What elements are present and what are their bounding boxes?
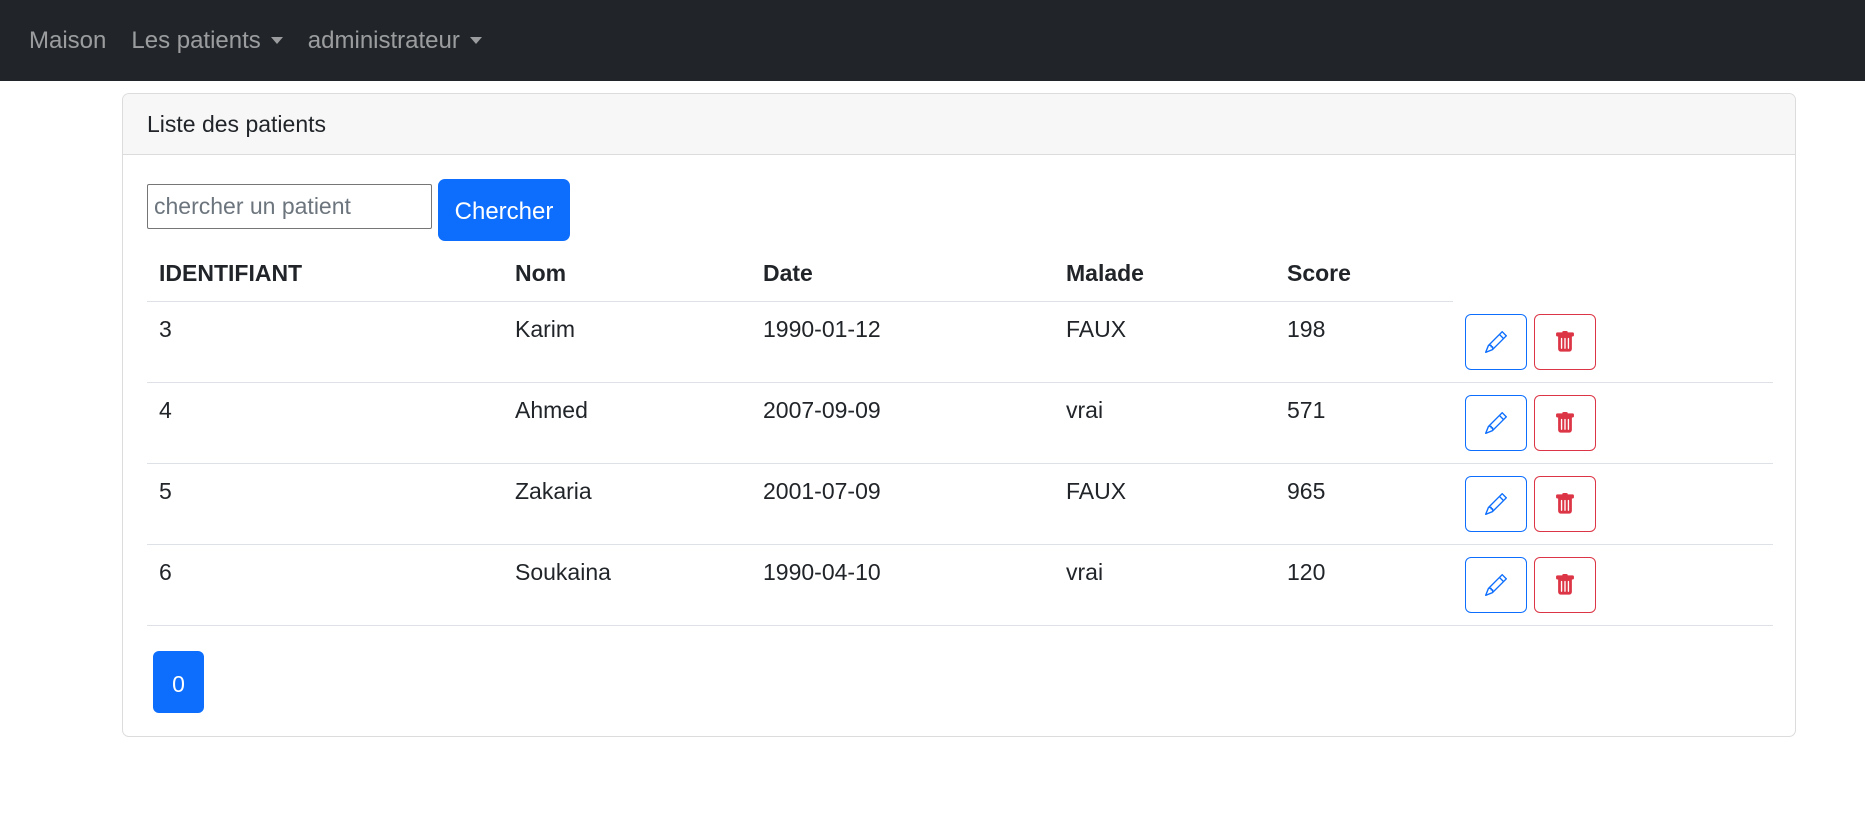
delete-button[interactable]	[1534, 557, 1596, 613]
top-navbar: Maison Les patients administrateur	[0, 0, 1865, 81]
cell-malade: FAUX	[1066, 316, 1127, 342]
edit-button[interactable]	[1465, 395, 1527, 451]
card-header: Liste des patients	[123, 94, 1795, 155]
cell-date: 1990-04-10	[763, 559, 881, 585]
nav-patients-label: Les patients	[131, 26, 261, 54]
cell-nom: Ahmed	[515, 397, 588, 423]
cell-score: 571	[1287, 397, 1326, 423]
caret-down-icon	[270, 37, 283, 44]
cell-malade: vrai	[1066, 559, 1104, 585]
cell-date: 2001-07-09	[763, 478, 881, 504]
search-input[interactable]	[147, 184, 432, 229]
edit-button[interactable]	[1465, 314, 1527, 370]
cell-nom: Karim	[515, 316, 576, 342]
column-header-date: Date	[763, 259, 813, 286]
edit-button[interactable]	[1465, 476, 1527, 532]
cell-id: 4	[159, 397, 172, 423]
pencil-icon	[1485, 574, 1507, 596]
edit-button[interactable]	[1465, 557, 1527, 613]
trash-icon	[1556, 412, 1574, 433]
cell-id: 6	[159, 559, 172, 585]
cell-score: 120	[1287, 559, 1326, 585]
trash-icon	[1556, 574, 1574, 595]
patients-card: Liste des patients Chercher IDENTIFIANT …	[122, 93, 1796, 737]
cell-malade: vrai	[1066, 397, 1104, 423]
trash-icon	[1556, 493, 1574, 514]
nav-admin-dropdown[interactable]: administrateur	[308, 27, 482, 55]
table-header-row: IDENTIFIANT Nom Date Malade Score	[147, 244, 1453, 302]
column-header-score: Score	[1287, 259, 1351, 286]
caret-down-icon	[469, 37, 482, 44]
search-button[interactable]: Chercher	[438, 179, 570, 241]
cell-id: 3	[159, 316, 172, 342]
pencil-icon	[1485, 493, 1507, 515]
cell-malade: FAUX	[1066, 478, 1127, 504]
trash-icon	[1556, 331, 1574, 352]
delete-button[interactable]	[1534, 476, 1596, 532]
pencil-icon	[1485, 412, 1507, 434]
cell-score: 198	[1287, 316, 1326, 342]
nav-admin-label: administrateur	[307, 26, 460, 54]
pencil-icon	[1485, 331, 1507, 353]
cell-nom: Zakaria	[515, 478, 592, 504]
card-title: Liste des patients	[147, 110, 327, 137]
delete-button[interactable]	[1534, 314, 1596, 370]
table-row: 6 Soukaina 1990-04-10 vrai 120	[147, 545, 1773, 626]
column-header-malade: Malade	[1066, 259, 1144, 286]
pagination-page-button[interactable]: 0	[153, 651, 204, 713]
cell-nom: Soukaina	[515, 559, 611, 585]
cell-date: 1990-01-12	[763, 316, 881, 342]
cell-date: 2007-09-09	[763, 397, 881, 423]
cell-score: 965	[1287, 478, 1326, 504]
patients-table: IDENTIFIANT Nom Date Malade Score 3 Kari…	[147, 244, 1773, 626]
table-row: 4 Ahmed 2007-09-09 vrai 571	[147, 383, 1773, 464]
nav-patients-dropdown[interactable]: Les patients	[131, 26, 283, 55]
table-row: 3 Karim 1990-01-12 FAUX 198	[147, 302, 1773, 383]
nav-home-link[interactable]: Maison	[29, 27, 106, 55]
cell-id: 5	[159, 478, 172, 504]
column-header-nom: Nom	[515, 259, 567, 286]
delete-button[interactable]	[1534, 395, 1596, 451]
column-header-id: IDENTIFIANT	[159, 259, 303, 286]
table-row: 5 Zakaria 2001-07-09 FAUX 965	[147, 464, 1773, 545]
